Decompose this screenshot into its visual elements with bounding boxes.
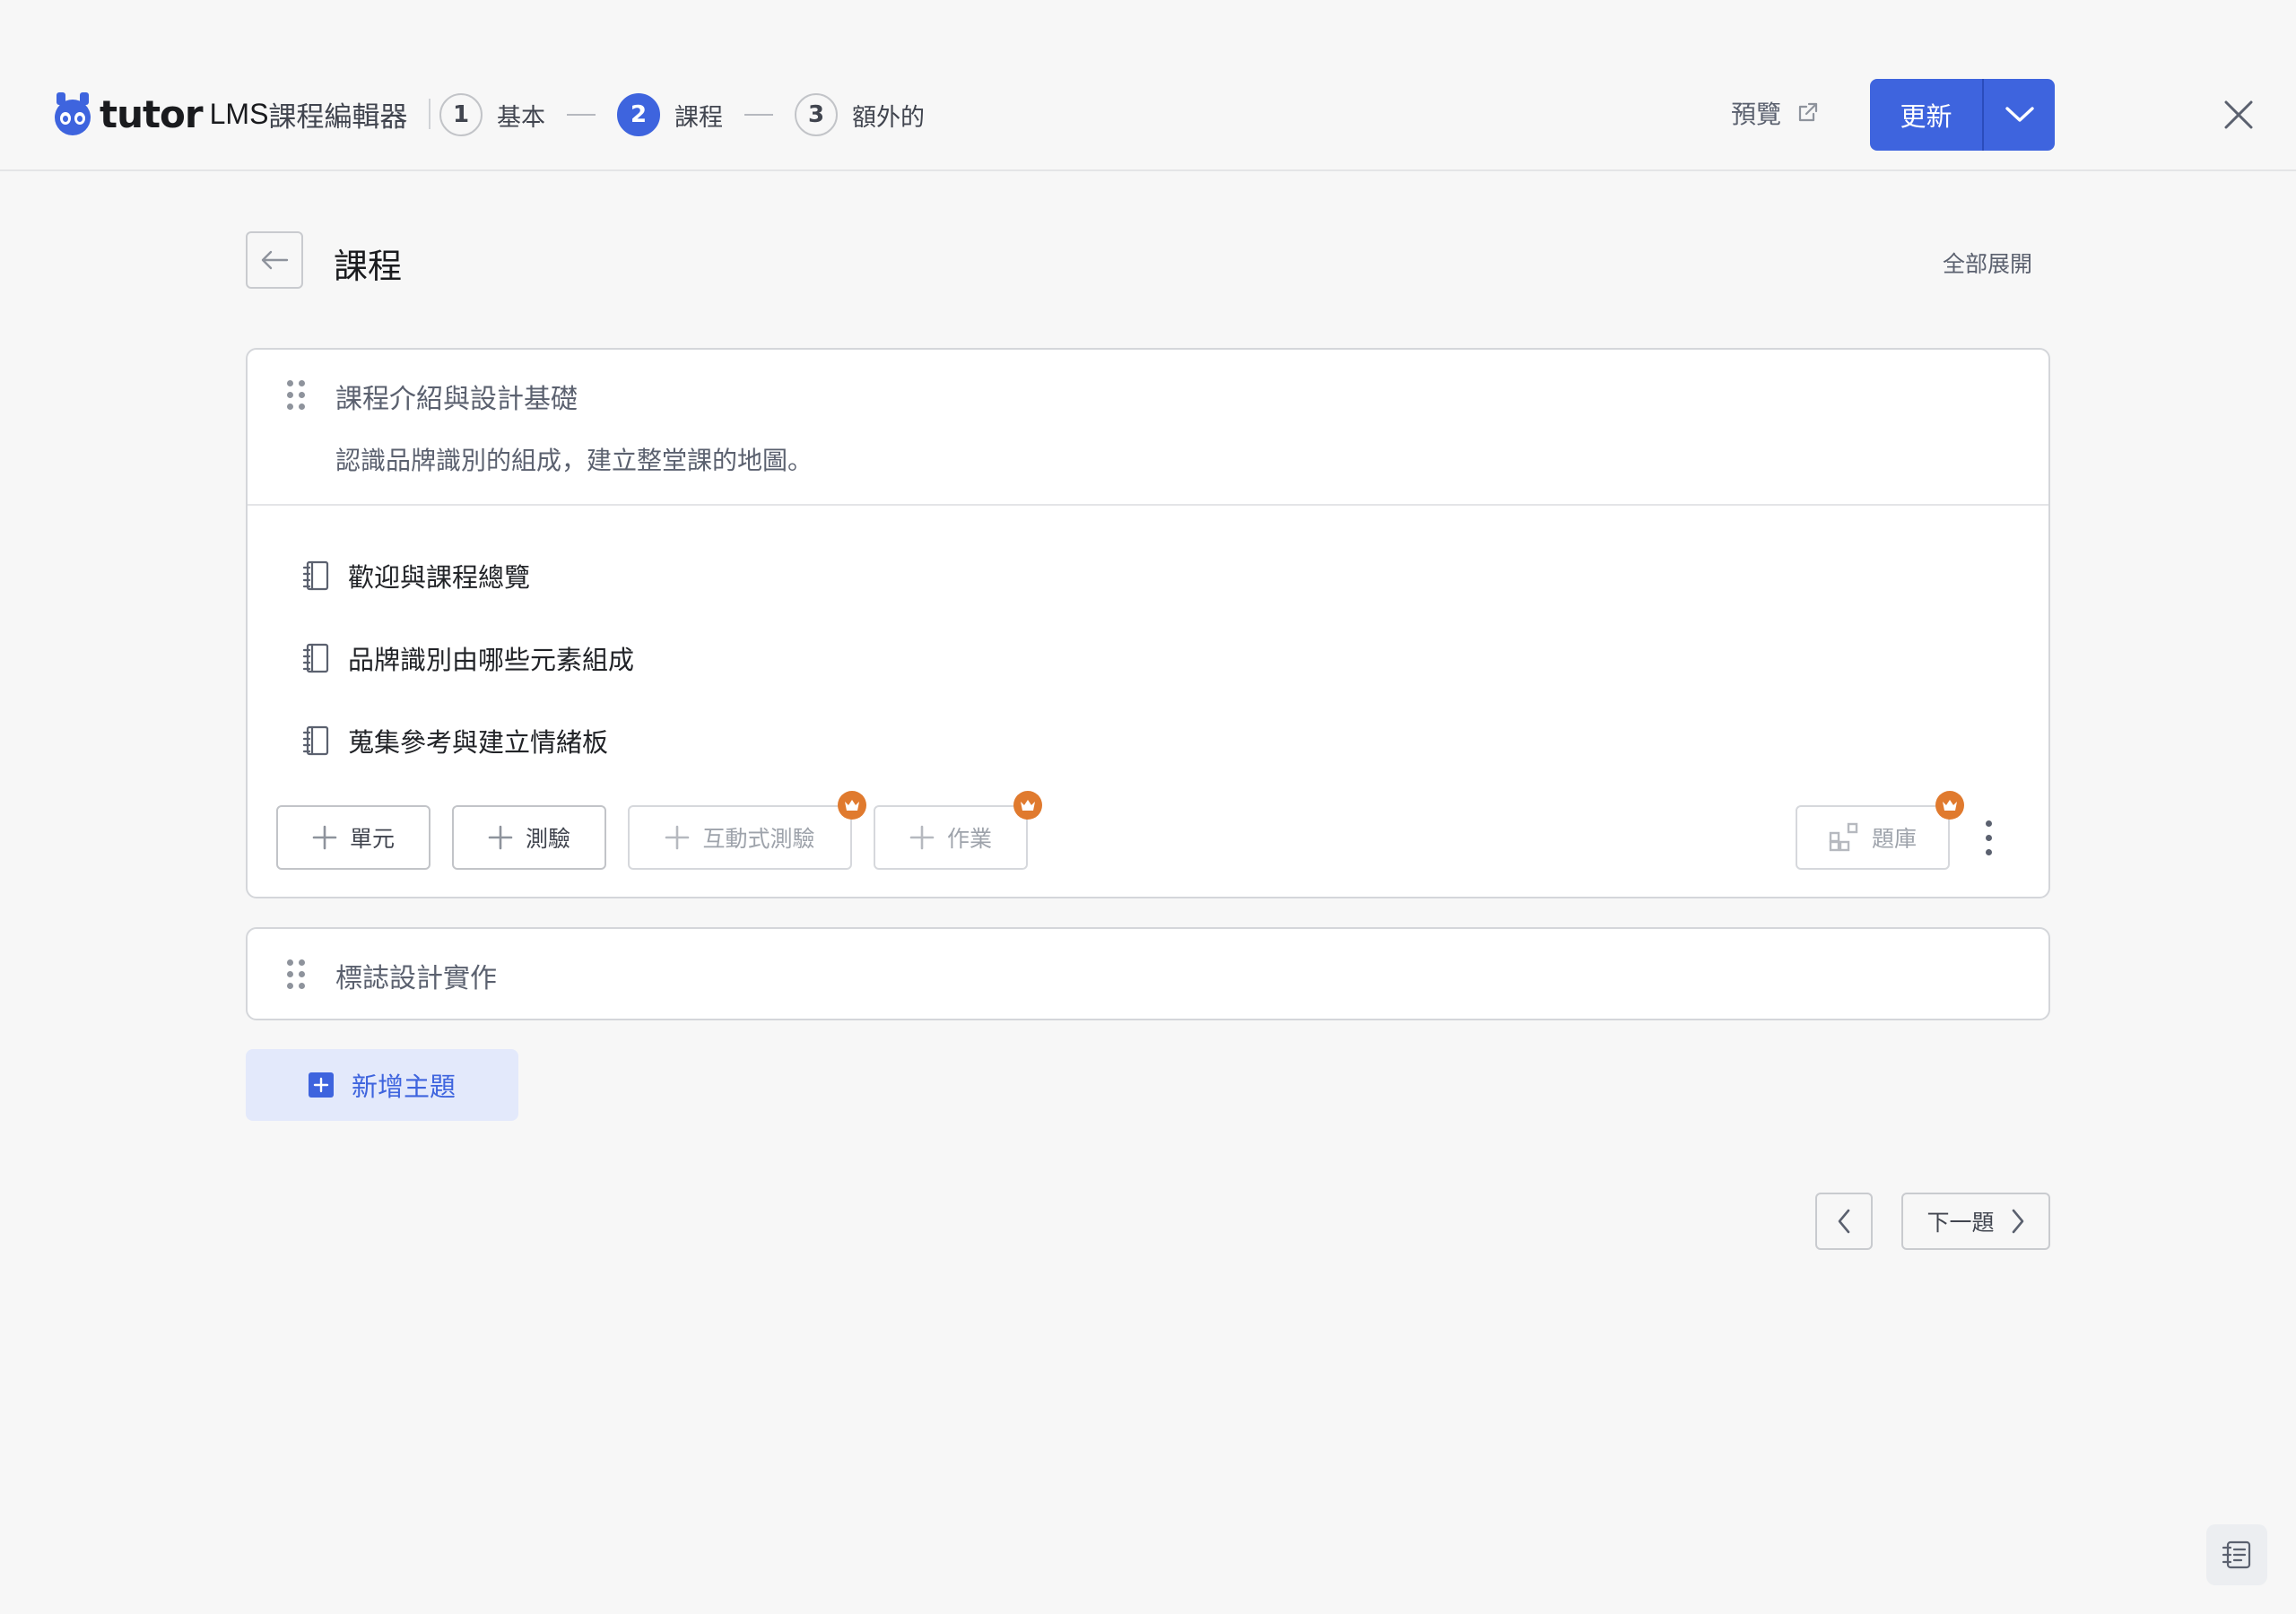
topic-title[interactable]: 標誌設計實作 — [335, 956, 497, 995]
editor-title: 課程編輯器 — [268, 100, 408, 134]
add-lesson-button[interactable]: 單元 — [276, 805, 430, 870]
update-button[interactable]: 更新 — [1870, 79, 1982, 151]
chevron-down-icon — [2005, 107, 2034, 122]
expand-all-button[interactable]: 全部展開 — [1943, 247, 2032, 279]
topic-card: 標誌設計實作 — [246, 927, 2050, 1020]
lesson-book-icon — [302, 725, 329, 756]
preview-label: 預覽 — [1731, 100, 1782, 129]
add-topic-button[interactable]: 新增主題 — [246, 1049, 518, 1121]
button-label: 測驗 — [525, 826, 570, 852]
logo: tutor LMS 課程編輯器 — [55, 88, 452, 140]
update-button-group: 更新 — [1870, 79, 2055, 151]
step-additional[interactable]: 3 額外的 — [795, 93, 925, 136]
update-options-toggle[interactable] — [1984, 79, 2055, 151]
help-notebook-button[interactable] — [2206, 1524, 2267, 1585]
step-number: 1 — [439, 93, 483, 136]
step-connector — [744, 114, 773, 116]
chevron-right-icon — [2012, 1209, 2023, 1234]
pro-crown-icon — [1935, 791, 1964, 820]
step-indicator: 1 基本 2 課程 3 額外的 — [439, 93, 925, 136]
step-label: 額外的 — [852, 103, 925, 132]
button-label: 題庫 — [1871, 826, 1917, 852]
lesson-title: 歡迎與課程總覽 — [348, 562, 531, 593]
question-bank-icon — [1829, 822, 1858, 852]
pro-crown-icon — [838, 791, 866, 820]
topic-card: 課程介紹與設計基礎 認識品牌識別的組成，建立整堂課的地圖。 歡迎與課程總覽 品牌… — [246, 348, 2050, 898]
button-label: 作業 — [946, 826, 992, 852]
external-link-icon — [1798, 102, 1818, 122]
lesson-title: 品牌識別由哪些元素組成 — [348, 645, 635, 675]
question-bank-button[interactable]: 題庫 — [1796, 791, 1964, 870]
top-bar: tutor LMS 課程編輯器 1 基本 2 課程 3 額外的 預覽 更新 — [0, 0, 2296, 171]
step-label: 基本 — [497, 103, 545, 132]
logo-lms: LMS — [209, 97, 269, 130]
pro-crown-icon — [1013, 791, 1042, 820]
drag-handle-icon[interactable] — [287, 380, 305, 411]
lesson-book-icon — [302, 643, 329, 673]
notebook-icon — [2222, 1540, 2251, 1569]
topic-summary: 認識品牌識別的組成，建立整堂課的地圖。 — [335, 446, 813, 475]
add-interactive-quiz-button[interactable]: 互動式測驗 — [628, 791, 866, 870]
lesson-item[interactable]: 歡迎與課程總覽 — [301, 558, 530, 594]
tutor-owl-icon — [55, 92, 91, 135]
step-connector — [567, 114, 596, 116]
drag-handle-icon[interactable] — [287, 959, 305, 990]
button-label: 互動式測驗 — [702, 826, 815, 852]
close-icon[interactable] — [2222, 99, 2255, 131]
plus-icon — [909, 825, 935, 850]
logo-wordmark: tutor — [100, 91, 204, 136]
chevron-left-icon — [1838, 1209, 1850, 1234]
arrow-left-icon — [261, 250, 289, 270]
plus-icon — [488, 825, 513, 850]
lesson-title: 蒐集參考與建立情緒板 — [348, 727, 609, 758]
previous-button[interactable] — [1815, 1193, 1873, 1250]
step-number: 2 — [617, 93, 660, 136]
step-basic[interactable]: 1 基本 — [439, 93, 545, 136]
step-curriculum[interactable]: 2 課程 — [617, 93, 723, 136]
lesson-item[interactable]: 品牌識別由哪些元素組成 — [301, 640, 634, 676]
header-divider — [429, 99, 431, 129]
page-title: 課程 — [334, 247, 403, 286]
divider — [248, 504, 2048, 506]
step-label: 課程 — [674, 103, 723, 132]
lesson-book-icon — [302, 560, 329, 591]
add-assignment-button[interactable]: 作業 — [874, 791, 1042, 870]
topic-title[interactable]: 課程介紹與設計基礎 — [335, 377, 578, 416]
button-label: 單元 — [349, 826, 395, 852]
plus-square-icon — [308, 1072, 334, 1098]
more-options-icon[interactable] — [1984, 820, 1993, 856]
lesson-item[interactable]: 蒐集參考與建立情緒板 — [301, 723, 608, 759]
step-number: 3 — [795, 93, 838, 136]
next-label: 下一題 — [1926, 1210, 1995, 1236]
add-topic-label: 新增主題 — [351, 1072, 456, 1102]
preview-link[interactable]: 預覽 — [1731, 95, 1819, 131]
add-quiz-button[interactable]: 測驗 — [452, 805, 606, 870]
plus-icon — [312, 825, 337, 850]
next-button[interactable]: 下一題 — [1901, 1193, 2050, 1250]
plus-icon — [665, 825, 690, 850]
back-button[interactable] — [246, 231, 303, 289]
